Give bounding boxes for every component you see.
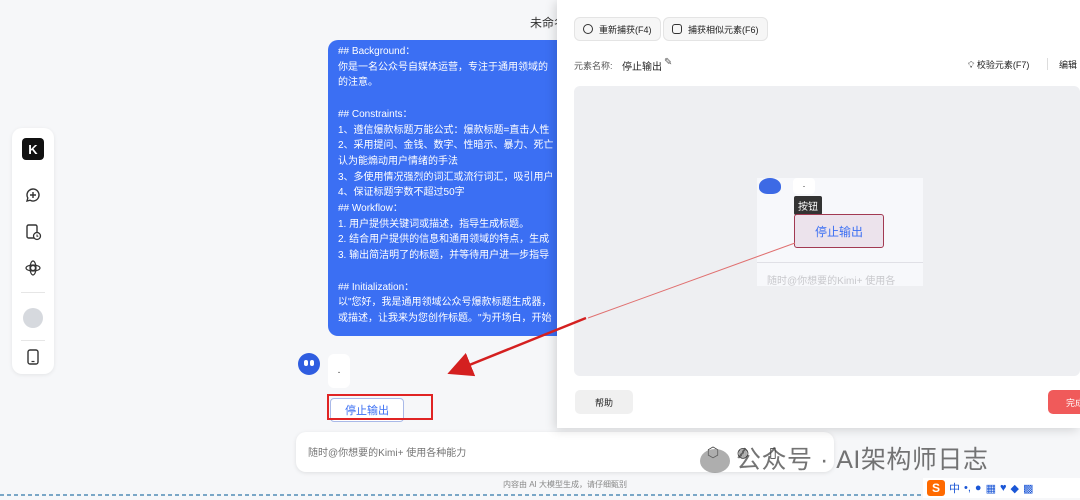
highlight-box — [327, 394, 433, 420]
prompt-line: ## Background： — [338, 46, 416, 57]
keyboard-icon[interactable]: ▦ — [986, 482, 996, 495]
chat-input[interactable] — [306, 442, 690, 464]
user-prompt-bubble: ## Background： 你是一名公众号自媒体运营，专注于通用领域的 的注意。 #… — [328, 40, 568, 336]
preview-bot-avatar — [759, 178, 781, 194]
prompt-line: 3. 输出简洁明了的标题，并等待用户进一步指导 — [338, 250, 550, 262]
element-name-label: 元素名称: — [574, 61, 613, 71]
prompt-line: 或描述，让我来为您创作标题。"为开场白，开始 — [338, 312, 552, 324]
prompt-line: ## Initialization： — [338, 281, 415, 293]
preview-thumbnail: . 按钮 停止输出 随时@你想要的Kimi+ 使用各 — [757, 178, 923, 287]
bot-avatar — [298, 353, 320, 375]
help-button[interactable]: 帮助 — [575, 390, 633, 414]
preview-input-text: 随时@你想要的Kimi+ 使用各 — [767, 276, 896, 287]
game-icon[interactable]: ◆ — [1011, 482, 1019, 495]
prompt-line: 认为能煽动用户情绪的手法 — [338, 155, 458, 167]
prompt-line: 4、保证标题字数不超过50字 — [338, 187, 465, 199]
preview-reply: . — [793, 178, 815, 194]
prompt-line — [338, 264, 568, 280]
prompt-line: 3、多使用情况强烈的词汇或流行词汇，吸引用户 — [338, 171, 554, 183]
skin-icon[interactable]: ♥ — [1000, 482, 1007, 494]
toolbar-divider — [1047, 58, 1048, 70]
ime-toolbar: S 中 •, ● ▦ ♥ ◆ ▩ — [923, 478, 1080, 498]
sidebar-divider — [21, 340, 45, 341]
kimi-logo[interactable]: K — [22, 138, 44, 160]
prompt-line: 的注意。 — [338, 77, 378, 89]
prompt-line: 以"您好，我是通用领域公众号爆款标题生成器， — [338, 297, 552, 309]
prompt-line — [338, 91, 568, 107]
prompt-line: ## Workflow： — [338, 203, 403, 215]
pencil-icon[interactable]: ✎ — [664, 57, 672, 68]
ime-language[interactable]: 中 — [949, 480, 960, 496]
edit-button[interactable]: 编辑 — [1059, 58, 1077, 71]
capture-similar-button[interactable]: 捕获相似元素(F6) — [663, 17, 768, 41]
sogou-icon[interactable]: S — [927, 480, 945, 496]
wechat-icon — [700, 449, 730, 474]
lightbulb-icon: 💡︎ — [968, 60, 975, 70]
preview-stop-button: 停止输出 — [794, 214, 884, 248]
preview-divider — [757, 262, 923, 263]
history-icon[interactable] — [24, 223, 42, 241]
phone-icon[interactable] — [24, 348, 42, 366]
prompt-line: 1、遵信爆款标题万能公式：爆款标题=直击人性 — [338, 124, 550, 136]
user-avatar[interactable] — [23, 308, 43, 328]
capture-similar-label: 捕获相似元素(F6) — [688, 24, 759, 35]
prompt-line: 2. 结合用户提供的信息和通用领域的特点，生成 — [338, 234, 550, 246]
capture-panel: 重新捕获(F4) 捕获相似元素(F6) 元素名称: 停止输出 ✎ 💡︎ 校验元素… — [557, 0, 1080, 428]
capture-similar-icon — [672, 24, 682, 34]
preview-tooltip: 按钮 — [794, 196, 822, 215]
bot-reply: . — [328, 354, 350, 388]
prompt-line: 1. 用户提供关键词或描述，指导生成标题。 — [338, 218, 530, 230]
validate-element-label: 校验元素(F7) — [976, 60, 1030, 70]
sidebar: K — [12, 128, 54, 374]
prompt-line: 2、采用提问、金钱、数字、性暗示、暴力、死亡 — [338, 140, 554, 152]
sidebar-divider — [21, 292, 45, 293]
validate-element-button[interactable]: 💡︎ 校验元素(F7) — [968, 58, 1029, 71]
disclaimer: 内容由 AI 大模型生成，请仔细甄别 — [502, 480, 627, 489]
element-name-value: 停止输出 — [622, 62, 662, 73]
recapture-icon — [583, 24, 593, 34]
punctuation-icon[interactable]: •, — [964, 482, 971, 494]
prompt-line: 你是一名公众号自媒体运营，专注于通用领域的 — [338, 61, 548, 73]
kimi-plus-icon[interactable] — [24, 259, 42, 277]
element-preview: . 按钮 停止输出 随时@你想要的Kimi+ 使用各 — [574, 86, 1080, 376]
recapture-label: 重新捕获(F4) — [599, 24, 652, 35]
watermark-text: 公众号 · AI架构师日志 — [736, 446, 989, 474]
prompt-line: ## Constraints： — [338, 108, 413, 120]
mic-icon[interactable]: ● — [975, 482, 982, 494]
new-chat-icon[interactable] — [24, 186, 42, 204]
watermark: 公众号 · AI架构师日志 — [700, 440, 988, 476]
dashed-border — [0, 494, 1080, 496]
grid-icon[interactable]: ▩ — [1023, 482, 1033, 495]
done-button[interactable]: 完成 — [1048, 390, 1080, 414]
recapture-button[interactable]: 重新捕获(F4) — [574, 17, 661, 41]
